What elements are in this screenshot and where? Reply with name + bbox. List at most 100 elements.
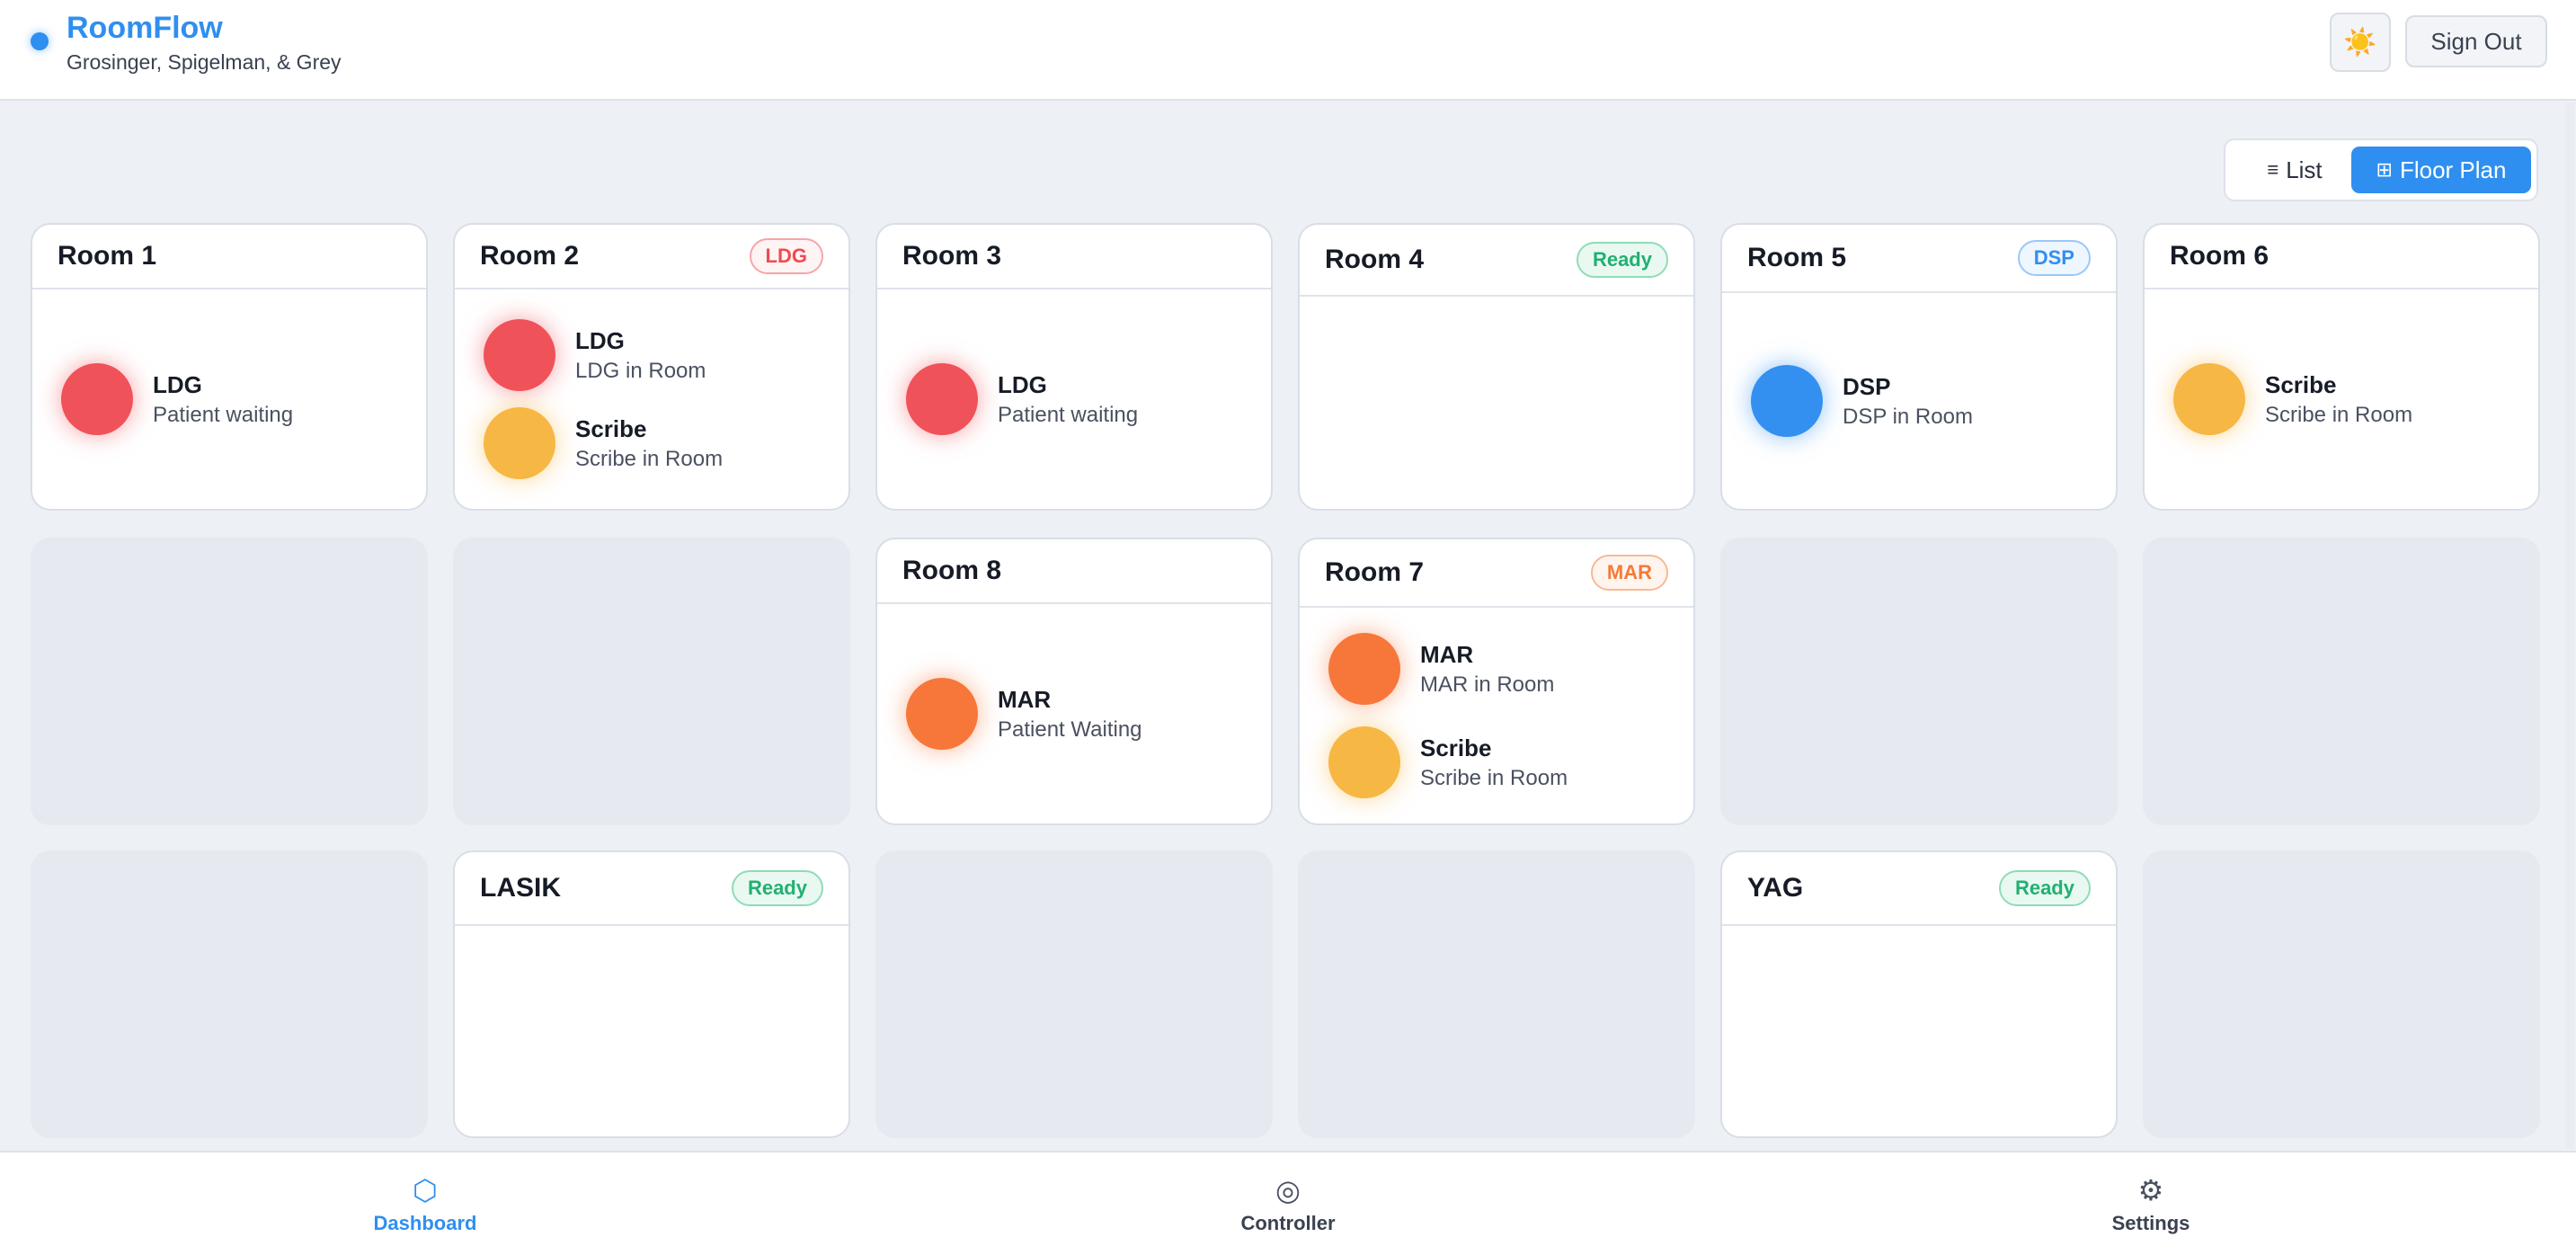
room-occupants: MAR Patient Waiting: [877, 604, 1271, 823]
room-occupants: LDG Patient waiting: [32, 289, 426, 509]
room-occupants: LDG Patient waiting: [877, 289, 1271, 509]
occupant-status-dot-icon: [906, 678, 978, 750]
occupant-item[interactable]: MAR MAR in Room: [1328, 633, 1665, 705]
list-icon: ≡: [2267, 158, 2279, 181]
occupant-name: DSP: [1843, 372, 1891, 400]
room-card-yag[interactable]: YAG Ready: [1720, 850, 2118, 1138]
occupant-item[interactable]: DSP DSP in Room: [1751, 365, 2087, 437]
empty-floor-slot: [2143, 850, 2540, 1138]
nav-settings[interactable]: ⚙ Settings: [2052, 1174, 2250, 1246]
room-name: Room 5: [1747, 243, 1847, 272]
nav-controller-label: Controller: [1240, 1212, 1336, 1234]
room-card-room-7[interactable]: Room 7 MAR MAR MAR in Room Scribe Scribe…: [1298, 538, 1695, 825]
room-card-room-4[interactable]: Room 4 Ready: [1298, 223, 1695, 511]
occupant-item[interactable]: Scribe Scribe in Room: [1328, 726, 1665, 798]
room-name: YAG: [1747, 873, 1804, 903]
vertical-scrollbar[interactable]: [2565, 102, 2574, 1149]
occupant-item[interactable]: MAR Patient Waiting: [906, 678, 1242, 750]
occupant-status: Scribe in Room: [575, 446, 724, 471]
occupant-status-dot-icon: [484, 407, 555, 479]
room-header: YAG Ready: [1722, 852, 2116, 926]
occupant-item[interactable]: Scribe Scribe in Room: [484, 407, 820, 479]
occupant-status: Patient waiting: [153, 402, 294, 427]
room-header: Room 4 Ready: [1300, 225, 1693, 297]
occupant-status: Scribe in Room: [2265, 402, 2413, 427]
room-card-room-8[interactable]: Room 8 MAR Patient Waiting: [875, 538, 1273, 825]
app-title: RoomFlow: [67, 11, 223, 45]
occupant-status-dot-icon: [906, 363, 978, 435]
occupant-name: Scribe: [575, 414, 647, 442]
controller-icon: ◎: [1275, 1174, 1301, 1206]
status-dot-icon: [31, 32, 49, 50]
empty-floor-slot: [31, 538, 428, 825]
room-header: Room 7 MAR: [1300, 539, 1693, 608]
room-name: Room 2: [480, 241, 580, 271]
room-header: Room 8: [877, 539, 1271, 604]
room-card-room-2[interactable]: Room 2 LDG LDG LDG in Room Scribe Scribe…: [453, 223, 850, 511]
occupant-item[interactable]: LDG Patient waiting: [61, 363, 397, 435]
room-occupants: Scribe Scribe in Room: [2145, 289, 2538, 509]
room-name: Room 3: [902, 241, 1002, 271]
app-header: RoomFlow Grosinger, Spigelman, & Grey ☀️…: [0, 0, 2576, 101]
dashboard-icon: ⬡: [413, 1174, 438, 1206]
view-toggle: ≡ List ⊞ Floor Plan: [2224, 138, 2538, 201]
room-name: Room 7: [1325, 557, 1425, 587]
occupant-name: MAR: [998, 685, 1052, 713]
list-view-button[interactable]: ≡ List: [2245, 146, 2344, 194]
room-card-room-5[interactable]: Room 5 DSP DSP DSP in Room: [1720, 223, 2118, 511]
gear-icon: ⚙: [2137, 1174, 2164, 1206]
room-badge: DSP: [2017, 240, 2091, 276]
list-view-label: List: [2286, 156, 2323, 183]
occupant-status-dot-icon: [61, 363, 133, 435]
room-name: Room 8: [902, 556, 1002, 585]
empty-floor-slot: [31, 850, 428, 1138]
room-occupants: DSP DSP in Room: [1722, 293, 2116, 509]
occupant-name: Scribe: [1420, 734, 1492, 761]
floor-plan-view-button[interactable]: ⊞ Floor Plan: [2351, 147, 2531, 193]
room-name: LASIK: [480, 873, 561, 903]
room-header: Room 5 DSP: [1722, 225, 2116, 293]
room-header: Room 3: [877, 225, 1271, 289]
empty-floor-slot: [875, 850, 1273, 1138]
room-header: LASIK Ready: [455, 852, 848, 926]
sun-icon: ☀️: [2343, 27, 2377, 58]
room-badge: Ready: [1998, 870, 2091, 906]
occupant-status: LDG in Room: [575, 358, 706, 383]
room-header: Room 6: [2145, 225, 2538, 289]
empty-floor-slot: [1298, 850, 1695, 1138]
room-card-room-6[interactable]: Room 6 Scribe Scribe in Room: [2143, 223, 2540, 511]
nav-settings-label: Settings: [2111, 1212, 2190, 1234]
room-name: Room 6: [2170, 241, 2270, 271]
nav-controller[interactable]: ◎ Controller: [1189, 1174, 1387, 1246]
nav-dashboard[interactable]: ⬡ Dashboard: [326, 1174, 524, 1246]
floor-plan-view-label: Floor Plan: [2399, 156, 2507, 183]
nav-dashboard-label: Dashboard: [373, 1212, 477, 1234]
occupant-item[interactable]: LDG Patient waiting: [906, 363, 1242, 435]
occupant-status-dot-icon: [484, 319, 555, 391]
room-occupants: LDG LDG in Room Scribe Scribe in Room: [455, 289, 848, 509]
occupant-name: Scribe: [2265, 370, 2337, 398]
room-card-room-3[interactable]: Room 3 LDG Patient waiting: [875, 223, 1273, 511]
room-badge: MAR: [1590, 555, 1668, 591]
practice-name: Grosinger, Spigelman, & Grey: [67, 50, 342, 74]
occupant-status-dot-icon: [1328, 726, 1400, 798]
occupant-item[interactable]: LDG LDG in Room: [484, 319, 820, 391]
occupant-status: Patient waiting: [998, 402, 1139, 427]
room-card-lasik[interactable]: LASIK Ready: [453, 850, 850, 1138]
theme-toggle-button[interactable]: ☀️: [2330, 13, 2391, 72]
occupant-name: LDG: [153, 370, 202, 398]
room-badge: Ready: [1576, 242, 1668, 278]
sign-out-button[interactable]: Sign Out: [2405, 15, 2547, 67]
room-badge: LDG: [749, 238, 823, 274]
occupant-status: DSP in Room: [1843, 404, 1973, 429]
occupant-status: Scribe in Room: [1420, 765, 1568, 790]
occupant-status-dot-icon: [2173, 363, 2245, 435]
bottom-navigation: ⬡ Dashboard ◎ Controller ⚙ Settings: [0, 1151, 2576, 1255]
empty-floor-slot: [1720, 538, 2118, 825]
empty-floor-slot: [2143, 538, 2540, 825]
room-card-room-1[interactable]: Room 1 LDG Patient waiting: [31, 223, 428, 511]
occupant-item[interactable]: Scribe Scribe in Room: [2173, 363, 2509, 435]
occupant-status: Patient Waiting: [998, 717, 1142, 742]
empty-floor-slot: [453, 538, 850, 825]
grid-icon: ⊞: [2376, 158, 2393, 181]
